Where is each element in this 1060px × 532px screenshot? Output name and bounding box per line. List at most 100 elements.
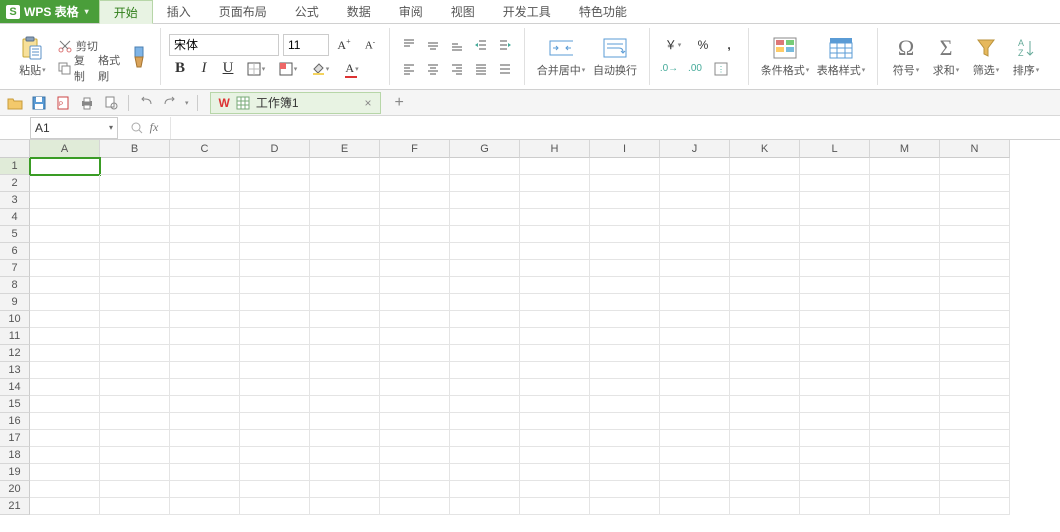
cell[interactable] (450, 175, 520, 192)
cell[interactable] (170, 362, 240, 379)
menu-tab-7[interactable]: 开发工具 (489, 0, 565, 23)
cell[interactable] (520, 447, 590, 464)
cell[interactable] (520, 311, 590, 328)
cell[interactable] (800, 209, 870, 226)
cell[interactable] (100, 362, 170, 379)
cell[interactable] (520, 396, 590, 413)
cell[interactable] (380, 328, 450, 345)
cell[interactable] (30, 243, 100, 260)
cell[interactable] (450, 447, 520, 464)
cell[interactable] (100, 345, 170, 362)
cell[interactable] (870, 277, 940, 294)
cell[interactable] (170, 158, 240, 175)
cell[interactable] (100, 175, 170, 192)
cell[interactable] (940, 379, 1010, 396)
cell[interactable] (660, 209, 730, 226)
cell[interactable] (380, 396, 450, 413)
cell[interactable] (450, 277, 520, 294)
column-header[interactable]: I (590, 140, 660, 158)
menu-tab-0[interactable]: 开始 (99, 0, 153, 24)
cell[interactable] (170, 243, 240, 260)
cell[interactable] (520, 379, 590, 396)
formula-input[interactable] (170, 117, 1060, 139)
cell[interactable] (380, 379, 450, 396)
align-bottom-button[interactable] (446, 34, 468, 56)
cell[interactable] (940, 447, 1010, 464)
cell[interactable] (170, 226, 240, 243)
cell[interactable] (30, 209, 100, 226)
cell[interactable] (730, 464, 800, 481)
cell[interactable] (730, 396, 800, 413)
cell[interactable] (30, 447, 100, 464)
cell[interactable] (30, 464, 100, 481)
cell[interactable] (730, 345, 800, 362)
column-header[interactable]: J (660, 140, 730, 158)
cell[interactable] (660, 311, 730, 328)
cell[interactable] (590, 464, 660, 481)
table-style-button[interactable]: 表格样式▾ (813, 28, 869, 86)
menu-tab-4[interactable]: 数据 (333, 0, 385, 23)
row-header[interactable]: 21 (0, 498, 30, 515)
cell[interactable] (520, 175, 590, 192)
font-name-select[interactable] (169, 34, 279, 56)
cell[interactable] (310, 175, 380, 192)
cell[interactable] (730, 294, 800, 311)
cell[interactable] (100, 413, 170, 430)
cell[interactable] (730, 175, 800, 192)
cell[interactable] (800, 192, 870, 209)
italic-button[interactable]: I (193, 58, 215, 80)
cell[interactable] (310, 498, 380, 515)
cell[interactable] (520, 362, 590, 379)
cell[interactable] (660, 226, 730, 243)
row-header[interactable]: 17 (0, 430, 30, 447)
cell[interactable] (520, 294, 590, 311)
menu-tab-2[interactable]: 页面布局 (205, 0, 281, 23)
cell[interactable] (590, 362, 660, 379)
cell[interactable] (870, 481, 940, 498)
cell[interactable] (30, 362, 100, 379)
cell[interactable] (30, 413, 100, 430)
cell[interactable] (940, 260, 1010, 277)
percent-button[interactable]: % (692, 34, 714, 56)
cell[interactable] (590, 379, 660, 396)
cell[interactable] (310, 158, 380, 175)
cell[interactable] (30, 345, 100, 362)
cell[interactable] (730, 260, 800, 277)
open-button[interactable] (6, 94, 24, 112)
column-header[interactable]: N (940, 140, 1010, 158)
justify-button[interactable] (470, 58, 492, 80)
cell[interactable] (520, 430, 590, 447)
cell[interactable] (940, 464, 1010, 481)
cell[interactable] (730, 498, 800, 515)
row-header[interactable]: 10 (0, 311, 30, 328)
cell[interactable] (240, 192, 310, 209)
cell[interactable] (520, 464, 590, 481)
cell[interactable] (730, 277, 800, 294)
cell[interactable] (800, 311, 870, 328)
cell[interactable] (520, 192, 590, 209)
cell[interactable] (660, 362, 730, 379)
cell[interactable] (310, 277, 380, 294)
cell[interactable] (170, 277, 240, 294)
row-header[interactable]: 3 (0, 192, 30, 209)
cell[interactable] (170, 294, 240, 311)
cell[interactable] (240, 498, 310, 515)
distribute-button[interactable] (494, 58, 516, 80)
cell[interactable] (240, 311, 310, 328)
cell[interactable] (660, 294, 730, 311)
cell[interactable] (310, 345, 380, 362)
cell[interactable] (800, 328, 870, 345)
cell[interactable] (800, 498, 870, 515)
cell[interactable] (100, 498, 170, 515)
menu-tab-6[interactable]: 视图 (437, 0, 489, 23)
cell[interactable] (660, 328, 730, 345)
row-header[interactable]: 19 (0, 464, 30, 481)
cell[interactable] (590, 396, 660, 413)
cell[interactable] (730, 447, 800, 464)
cell[interactable] (870, 192, 940, 209)
row-header[interactable]: 18 (0, 447, 30, 464)
align-middle-button[interactable] (422, 34, 444, 56)
cell[interactable] (940, 362, 1010, 379)
cell[interactable] (520, 158, 590, 175)
cell[interactable] (240, 277, 310, 294)
